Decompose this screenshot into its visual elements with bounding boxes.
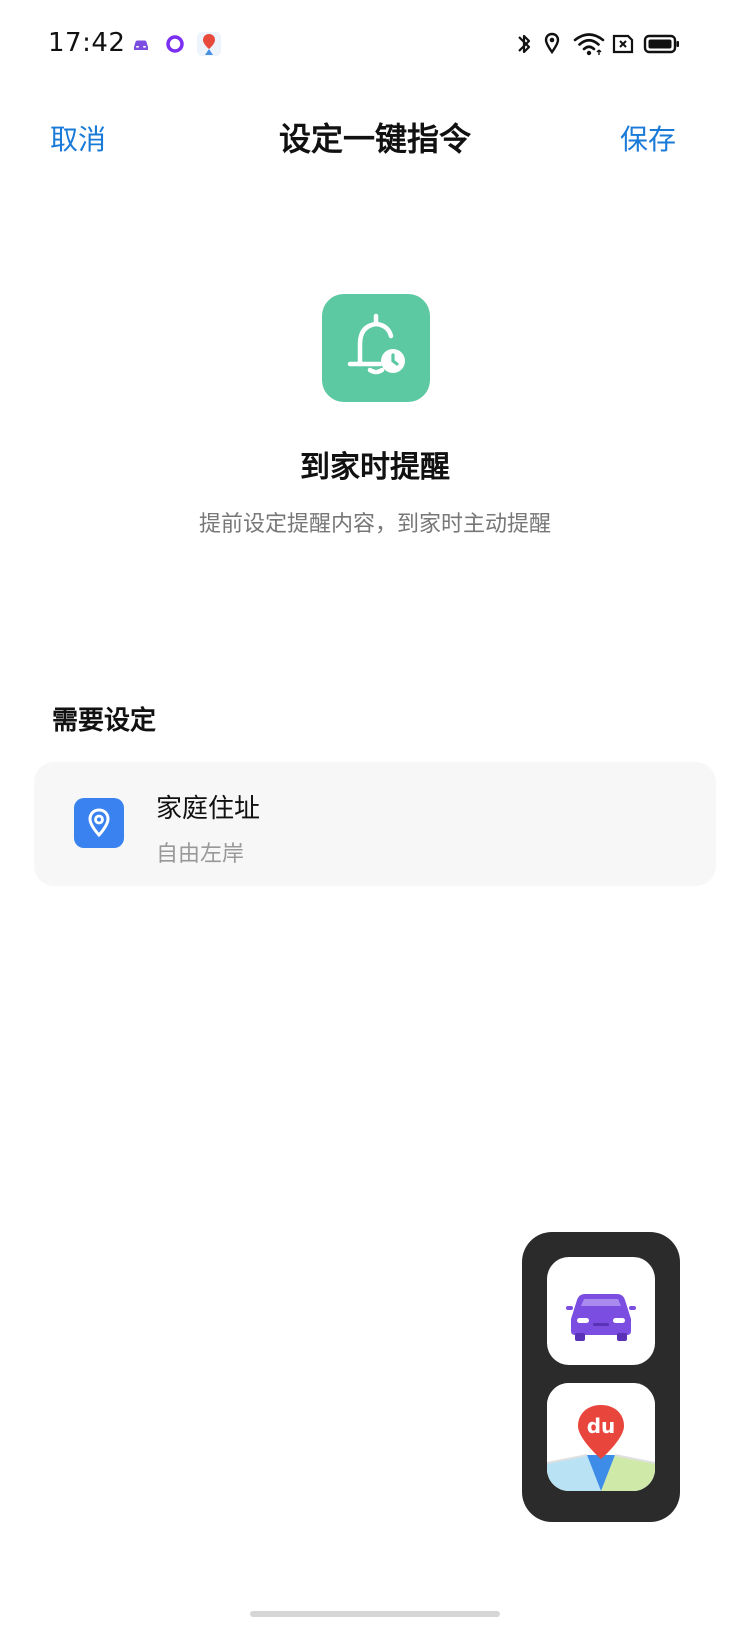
baidu-map-app-button[interactable]: du xyxy=(547,1383,655,1491)
sim-card-icon xyxy=(612,34,634,54)
hero-subtitle: 提前设定提醒内容，到家时主动提醒 xyxy=(198,512,551,537)
car-app-icon xyxy=(129,32,153,56)
location-icon xyxy=(544,32,560,55)
battery-icon xyxy=(643,34,679,54)
section-title: 需要设定 xyxy=(52,706,157,736)
save-button[interactable]: 保存 xyxy=(620,118,676,158)
floating-app-dock: du xyxy=(522,1232,680,1522)
header: 取消 设定一键指令 保存 xyxy=(0,92,750,182)
baidu-map-app-icon: du xyxy=(547,1383,655,1491)
car-app-button[interactable] xyxy=(547,1257,655,1365)
bluetooth-icon xyxy=(518,34,531,54)
circle-app-icon xyxy=(166,35,184,53)
car-app-icon xyxy=(566,1294,636,1341)
status-time: 17:42 xyxy=(48,28,126,58)
wifi-icon xyxy=(573,33,605,56)
card-title: 家庭住址 xyxy=(156,794,261,824)
home-indicator[interactable] xyxy=(250,1611,500,1617)
map-pin-app-icon xyxy=(197,32,221,56)
bell-clock-icon xyxy=(322,294,430,402)
card-subtitle: 自由左岸 xyxy=(156,842,245,867)
baidu-logo-text: du xyxy=(587,1414,616,1438)
home-address-card[interactable]: 家庭住址 自由左岸 xyxy=(34,762,716,886)
status-bar: 17:42 xyxy=(0,0,750,92)
location-pin-icon xyxy=(74,798,124,848)
hero-title: 到家时提醒 xyxy=(300,450,450,485)
